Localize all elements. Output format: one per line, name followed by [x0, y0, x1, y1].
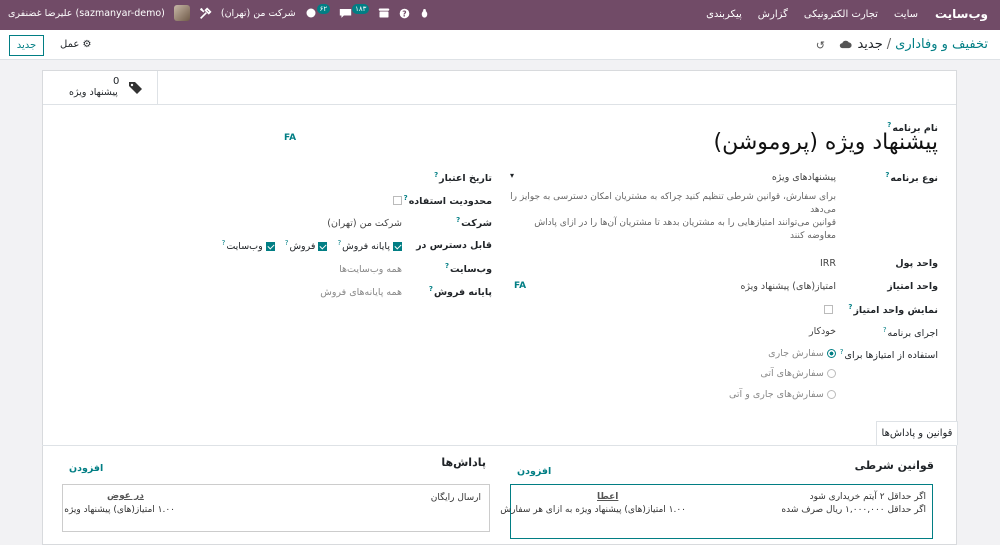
navbar-systray: علیرضا غضنفری (sazmanyar-demo) شرکت من (… — [8, 4, 430, 21]
reward-in-exchange-value: ۱.۰۰ امتیاز(های) پیشنهاد ویژه — [64, 505, 175, 515]
gear-icon: ⚙ — [82, 39, 92, 50]
menu-item-ecommerce[interactable]: تجارت الکترونیکی — [804, 9, 878, 20]
website-select[interactable]: همه وب‌سایت‌ها — [339, 264, 402, 275]
available-on-sales[interactable]: فروش? — [285, 239, 328, 252]
reward-name: ارسال رایگان — [430, 493, 481, 503]
button-box: 0 پیشنهاد ویژه — [43, 71, 956, 105]
special-offer-stat-button[interactable]: 0 پیشنهاد ویژه — [43, 71, 158, 105]
reward-card[interactable]: ارسال رایگان در عوض ۱.۰۰ امتیاز(های) پیش… — [62, 484, 490, 532]
rule-card[interactable]: اگر حداقل ۲ آیتم خریداری شود اگر حداقل ۱… — [500, 484, 933, 539]
pos-label: پایانه فروش? — [428, 285, 492, 299]
svg-text:?: ? — [403, 9, 407, 18]
help-tooltip-icon[interactable]: ? — [434, 171, 438, 179]
program-type-label: نوع برنامه? — [885, 171, 938, 185]
available-on-label: قابل دسترس در — [416, 240, 492, 251]
available-on-pos[interactable]: پایانه فروش? — [337, 239, 402, 252]
chevron-down-icon[interactable]: ▾ — [510, 171, 514, 180]
help-tooltip-icon[interactable]: ? — [429, 285, 433, 293]
breadcrumb-parent[interactable]: تخفیف و وفاداری — [895, 37, 988, 52]
help-tooltip-icon[interactable]: ? — [883, 326, 887, 334]
help-tooltip-icon[interactable]: ? — [848, 303, 852, 311]
user-menu-label[interactable]: علیرضا غضنفری (sazmanyar-demo) — [8, 8, 165, 19]
action-menu-label: عمل — [60, 39, 80, 50]
menu-item-site[interactable]: سایت — [894, 9, 918, 20]
apply-option-future[interactable]: سفارش‌های آتی — [760, 368, 836, 379]
top-navbar: وب‌سایت سایت تجارت الکترونیکی گزارش پیکر… — [0, 0, 1000, 30]
currency-label: واحد پول — [895, 258, 938, 269]
tab-rules-rewards[interactable]: قوانین و پاداش‌ها — [876, 421, 958, 446]
save-cloud-icon[interactable] — [839, 39, 852, 52]
rule-line-1: اگر حداقل ۲ آیتم خریداری شود — [809, 492, 926, 502]
apply-option-current[interactable]: سفارش جاری — [768, 348, 836, 359]
breadcrumb-current: جدید — [857, 37, 883, 52]
rewards-section-title: پاداش‌ها — [441, 456, 486, 469]
stat-label: پیشنهاد ویژه — [69, 87, 118, 98]
trigger-label: اجرای برنامه? — [882, 326, 938, 340]
help-tooltip-icon[interactable]: ? — [887, 121, 891, 129]
program-type-description-2: قوانین می‌توانند امتیازهایی را به مشتریا… — [534, 218, 836, 241]
help-tooltip-icon[interactable]: ? — [445, 262, 449, 270]
currency-value[interactable]: IRR — [820, 258, 836, 269]
apply-option-both[interactable]: سفارش‌های جاری و آتی — [729, 389, 836, 400]
phone-icon[interactable] — [378, 7, 390, 19]
program-name-input[interactable]: پیشنهاد ویژه (پروموشن) — [714, 130, 938, 155]
stat-count: 0 — [113, 76, 120, 87]
add-rule-button[interactable]: افزودن — [517, 466, 551, 477]
menu-item-configuration[interactable]: پیکربندی — [706, 9, 742, 20]
radio-current-and-future[interactable] — [827, 389, 836, 399]
breadcrumb-separator: / — [886, 37, 892, 52]
pos-select[interactable]: همه پایانه‌های فروش — [320, 287, 402, 298]
apply-on-label: استفاده از امتیازها برای? — [839, 348, 938, 362]
main-menu: سایت تجارت الکترونیکی گزارش پیکربندی — [706, 9, 918, 20]
menu-item-reporting[interactable]: گزارش — [758, 9, 788, 20]
record-status-icons: ↺ — [816, 39, 852, 52]
point-unit-translate-badge[interactable]: FA — [514, 281, 526, 291]
new-button[interactable]: جدید — [9, 35, 44, 56]
activity-count-badge: ۶۲ — [316, 4, 331, 14]
help-icon[interactable]: ? — [399, 8, 410, 19]
rule-line-2: اگر حداقل ۱,۰۰۰,۰۰۰ ریال صرف شده — [781, 505, 926, 515]
company-switcher[interactable]: شرکت من (تهران) — [221, 8, 296, 19]
program-type-description-1: برای سفارش، قوانین شرطی تنظیم کنید چراکه… — [510, 192, 836, 215]
validity-label: تاریخ اعتبار? — [434, 171, 492, 185]
company-label: شرکت? — [456, 216, 492, 230]
available-on-group: پایانه فروش? فروش? وب‌سایت? — [222, 239, 402, 252]
help-tooltip-icon[interactable]: ? — [404, 194, 408, 202]
point-unit-input[interactable]: امتیاز(های) پیشنهاد ویژه — [740, 281, 836, 292]
show-points-checkbox[interactable] — [824, 305, 833, 314]
show-points-unit-label: نمایش واحد امتیاز? — [848, 303, 938, 317]
rules-section-title: قوانین شرطی — [854, 459, 934, 472]
limit-usage-label: محدودیت استفاده? — [403, 194, 492, 208]
add-reward-button[interactable]: افزودن — [69, 463, 103, 474]
available-on-website[interactable]: وب‌سایت? — [222, 239, 275, 252]
chat-icon[interactable]: ۱۸۳ — [339, 4, 370, 19]
messages-count-badge: ۱۸۳ — [352, 4, 370, 14]
tab-divider — [42, 445, 957, 446]
bug-icon[interactable] — [419, 8, 430, 19]
radio-future-orders[interactable] — [827, 368, 836, 378]
activity-icon[interactable]: ۶۲ — [305, 4, 331, 19]
breadcrumb: تخفیف و وفاداری/جدید — [857, 37, 988, 52]
tools-icon[interactable] — [199, 6, 212, 20]
tags-icon — [128, 81, 144, 98]
reward-in-exchange-label: در عوض — [107, 491, 144, 501]
rule-grant-value: ۱.۰۰ امتیاز(های) پیشنهاد ویژه به ازای هر… — [500, 505, 686, 515]
help-tooltip-icon[interactable]: ? — [456, 216, 460, 224]
discard-icon[interactable]: ↺ — [816, 39, 825, 52]
limit-usage-checkbox[interactable] — [393, 196, 402, 205]
help-tooltip-icon[interactable]: ? — [840, 348, 844, 356]
rule-grant-label: اعطا — [597, 492, 619, 502]
program-type-select[interactable]: پیشنهادهای ویژه — [772, 172, 836, 183]
user-avatar[interactable] — [173, 5, 190, 21]
translate-badge[interactable]: FA — [284, 133, 296, 143]
company-select[interactable]: شرکت من (تهران) — [327, 218, 402, 229]
trigger-value[interactable]: خودکار — [809, 326, 836, 337]
radio-current-order[interactable] — [827, 348, 836, 358]
point-unit-label: واحد امتیاز — [887, 281, 938, 292]
action-menu-button[interactable]: عمل ⚙ — [60, 39, 91, 50]
help-tooltip-icon[interactable]: ? — [885, 171, 889, 179]
app-name[interactable]: وب‌سایت — [935, 7, 988, 21]
control-panel: جدید عمل ⚙ ↺ تخفیف و وفاداری/جدید — [0, 30, 1000, 60]
website-label: وب‌سایت? — [444, 262, 492, 276]
